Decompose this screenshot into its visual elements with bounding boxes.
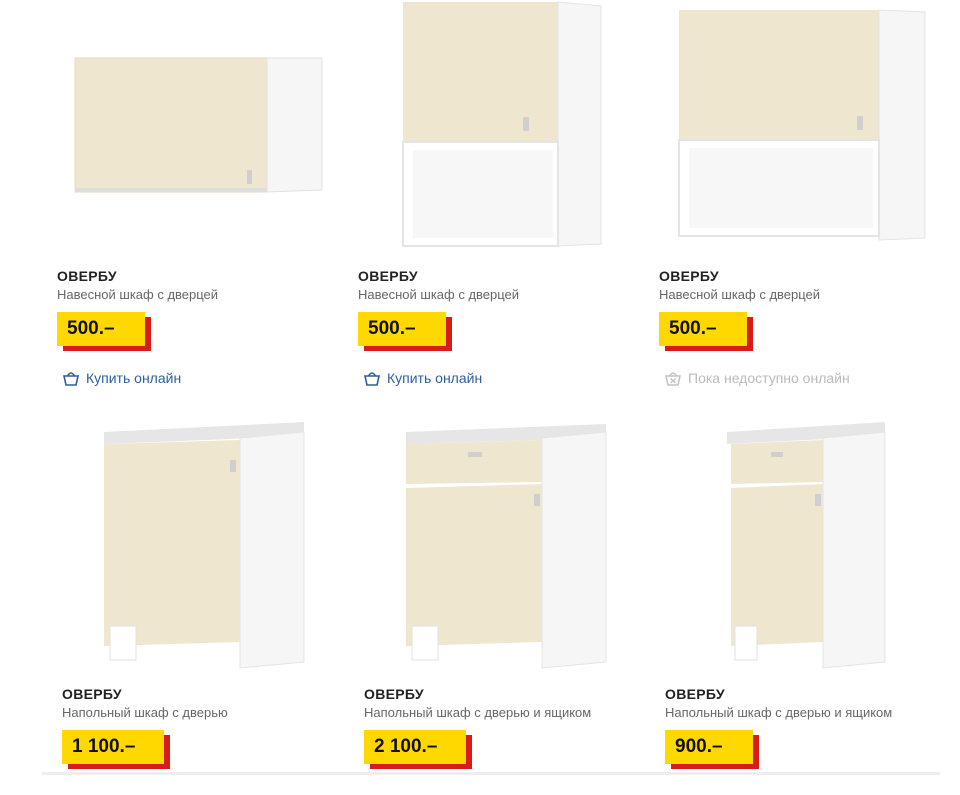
basket-icon (364, 372, 380, 386)
product-image[interactable] (62, 410, 362, 675)
product-description: Напольный шкаф с дверью (62, 705, 228, 720)
price-tag: 900.– (665, 730, 759, 770)
product-brand: ОВЕРБУ (62, 686, 122, 702)
product-image[interactable] (57, 0, 357, 260)
product-brand: ОВЕРБУ (57, 268, 117, 284)
product-description: Навесной шкаф с дверцей (57, 287, 219, 302)
product-description: Навесной шкаф с дверцей (358, 287, 520, 302)
unavailable-basket-icon (665, 372, 681, 386)
unavailable-online-text: Пока недоступно онлайн (664, 368, 850, 388)
product-brand: ОВЕРБУ (364, 686, 424, 702)
buy-online-label: Купить онлайн (387, 370, 483, 386)
product-image[interactable] (364, 410, 664, 675)
price-value: 500.– (57, 312, 145, 346)
product-brand: ОВЕРБУ (659, 268, 719, 284)
buy-online-link[interactable]: Купить онлайн (62, 368, 181, 388)
buy-online-label: Купить онлайн (86, 370, 182, 386)
product-image[interactable] (358, 0, 658, 260)
product-description: Навесной шкаф с дверцей (659, 287, 821, 302)
price-value: 500.– (358, 312, 446, 346)
unavailable-online-label: Пока недоступно онлайн (688, 370, 850, 386)
bottom-divider (42, 772, 940, 775)
product-image[interactable] (659, 0, 959, 260)
price-value: 1 100.– (62, 730, 164, 764)
price-tag: 500.– (659, 312, 753, 352)
price-tag: 2 100.– (364, 730, 472, 770)
product-description: Напольный шкаф с дверью и ящиком (665, 705, 893, 720)
price-tag: 500.– (57, 312, 151, 352)
price-value: 900.– (665, 730, 753, 764)
price-value: 2 100.– (364, 730, 466, 764)
product-description: Напольный шкаф с дверью и ящиком (364, 705, 592, 720)
buy-online-link[interactable]: Купить онлайн (363, 368, 482, 388)
price-tag: 500.– (358, 312, 452, 352)
product-brand: ОВЕРБУ (665, 686, 725, 702)
product-grid: ОВЕРБУ Навесной шкаф с дверцей 500.– Куп… (0, 0, 960, 795)
product-brand: ОВЕРБУ (358, 268, 418, 284)
product-image[interactable] (665, 410, 960, 675)
price-tag: 1 100.– (62, 730, 170, 770)
price-value: 500.– (659, 312, 747, 346)
basket-icon (63, 372, 79, 386)
